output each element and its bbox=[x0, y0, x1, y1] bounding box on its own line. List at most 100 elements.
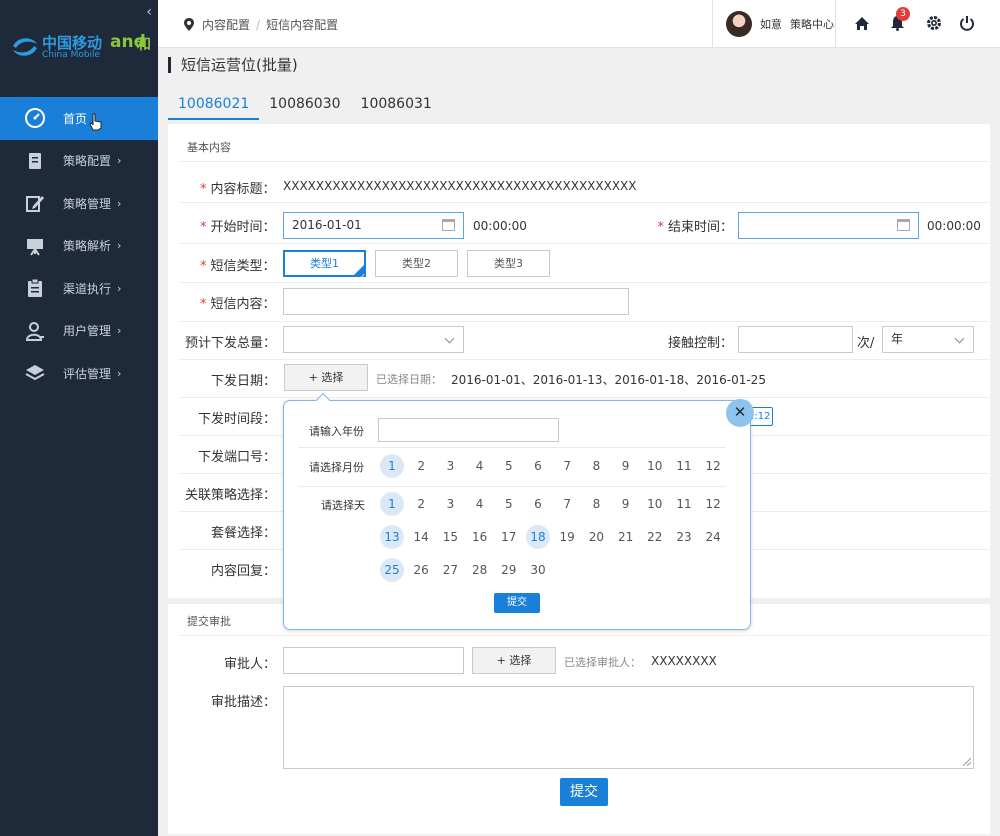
day-option[interactable]: 13 bbox=[380, 525, 404, 549]
end-time-label: * 结束时间： bbox=[657, 220, 733, 235]
total-label: 预计下发总量： bbox=[184, 336, 276, 351]
month-option[interactable]: 7 bbox=[555, 454, 579, 478]
submit-button[interactable]: 提交 bbox=[560, 778, 608, 806]
avatar bbox=[726, 11, 752, 37]
sidebar-item-strategy-config[interactable]: 策略配置 › bbox=[0, 140, 158, 183]
day-option[interactable]: 16 bbox=[468, 525, 492, 549]
day-option[interactable]: 19 bbox=[555, 525, 579, 549]
cursor-hand-icon bbox=[89, 113, 102, 131]
tab-10086030[interactable]: 10086030 bbox=[259, 96, 350, 120]
user-profile[interactable]: 如意 策略中心 bbox=[712, 0, 836, 48]
sidebar-item-strategy-manage[interactable]: 策略管理 › bbox=[0, 182, 158, 225]
day-option[interactable]: 18 bbox=[526, 525, 550, 549]
month-option[interactable]: 9 bbox=[614, 454, 638, 478]
gear-icon[interactable] bbox=[924, 13, 944, 33]
day-option[interactable]: 3 bbox=[438, 492, 462, 516]
month-option[interactable]: 6 bbox=[526, 454, 550, 478]
month-option[interactable]: 5 bbox=[497, 454, 521, 478]
sms-type-label: * 短信类型： bbox=[200, 259, 276, 274]
start-date-input[interactable]: 2016-01-01 bbox=[283, 212, 464, 239]
day-option[interactable]: 23 bbox=[672, 525, 696, 549]
month-option[interactable]: 4 bbox=[468, 454, 492, 478]
chevron-down-icon bbox=[954, 333, 965, 344]
day-option[interactable]: 26 bbox=[409, 558, 433, 582]
day-option[interactable]: 11 bbox=[672, 492, 696, 516]
day-option[interactable]: 9 bbox=[614, 492, 638, 516]
day-option[interactable]: 10 bbox=[643, 492, 667, 516]
contact-count-input[interactable] bbox=[738, 326, 853, 353]
day-option[interactable]: 1 bbox=[380, 492, 404, 516]
start-time-value: 00:00:00 bbox=[473, 219, 527, 233]
end-date-input[interactable] bbox=[738, 212, 919, 239]
calendar-icon[interactable] bbox=[442, 219, 455, 231]
day-option[interactable]: 29 bbox=[497, 558, 521, 582]
sms-content-input[interactable] bbox=[283, 288, 629, 315]
date-picker-popup: ✕ 请输入年份 请选择月份 请选择天 提交 1 2 3 4 5 6 7 8 9 10 11 12 1 2 3… bbox=[283, 392, 754, 630]
month-option[interactable]: 12 bbox=[701, 454, 725, 478]
resize-handle-icon[interactable] bbox=[963, 758, 971, 766]
approver-selected-label: 已选择审批人： bbox=[564, 656, 641, 669]
breadcrumb-item[interactable]: 内容配置 bbox=[202, 16, 250, 33]
day-option[interactable]: 20 bbox=[584, 525, 608, 549]
collapse-sidebar-icon[interactable]: ‹ bbox=[146, 4, 152, 20]
year-input[interactable] bbox=[378, 418, 559, 442]
calendar-icon[interactable] bbox=[897, 219, 910, 231]
month-option[interactable]: 1 bbox=[380, 454, 404, 478]
sidebar-item-strategy-analysis[interactable]: 策略解析 › bbox=[0, 225, 158, 268]
day-option[interactable]: 8 bbox=[584, 492, 608, 516]
sidebar-item-label: 首页 bbox=[63, 111, 88, 126]
day-option[interactable]: 27 bbox=[438, 558, 462, 582]
day-option[interactable]: 15 bbox=[438, 525, 462, 549]
approver-select-button[interactable]: + 选择 bbox=[472, 647, 556, 674]
tab-10086031[interactable]: 10086031 bbox=[351, 96, 442, 120]
approval-desc-textarea[interactable] bbox=[283, 686, 974, 769]
bell-icon[interactable]: 3 bbox=[887, 7, 910, 33]
day-option[interactable]: 30 bbox=[526, 558, 550, 582]
day-option[interactable]: 7 bbox=[555, 492, 579, 516]
breadcrumb-separator: / bbox=[256, 17, 261, 32]
home-icon[interactable] bbox=[852, 13, 872, 33]
date-select-button[interactable]: + 选择 bbox=[284, 364, 368, 391]
divider bbox=[178, 282, 990, 283]
close-icon[interactable]: ✕ bbox=[726, 399, 754, 427]
start-date-value: 2016-01-01 bbox=[292, 218, 362, 232]
sms-type-1-button[interactable]: 类型1 bbox=[283, 250, 366, 288]
divider bbox=[178, 321, 990, 322]
day-option[interactable]: 22 bbox=[643, 525, 667, 549]
contact-period-select[interactable]: 年 bbox=[882, 326, 974, 353]
tab-10086021[interactable]: 10086021 bbox=[168, 96, 260, 120]
sidebar-item-label: 评估管理 bbox=[63, 366, 112, 381]
sidebar-item-home[interactable]: 首页 bbox=[0, 97, 158, 140]
sidebar-item-user-manage[interactable]: 用户管理 › bbox=[0, 310, 158, 353]
day-option[interactable]: 6 bbox=[526, 492, 550, 516]
approver-label: 审批人： bbox=[223, 657, 276, 672]
day-option[interactable]: 17 bbox=[497, 525, 521, 549]
label-text: 开始时间： bbox=[210, 220, 276, 235]
day-option[interactable]: 4 bbox=[468, 492, 492, 516]
day-option[interactable]: 2 bbox=[409, 492, 433, 516]
month-option[interactable]: 10 bbox=[643, 454, 667, 478]
day-option[interactable]: 5 bbox=[497, 492, 521, 516]
day-option[interactable]: 28 bbox=[468, 558, 492, 582]
document-icon bbox=[24, 150, 46, 172]
day-option[interactable]: 12 bbox=[701, 492, 725, 516]
month-option[interactable]: 2 bbox=[409, 454, 433, 478]
sidebar-item-channel-exec[interactable]: 渠道执行 › bbox=[0, 267, 158, 310]
end-time-value: 00:00:00 bbox=[927, 219, 981, 233]
chevron-right-icon: › bbox=[117, 366, 122, 380]
day-option[interactable]: 14 bbox=[409, 525, 433, 549]
sidebar-item-evaluation[interactable]: 评估管理 › bbox=[0, 352, 158, 395]
power-icon[interactable] bbox=[957, 13, 977, 33]
day-option[interactable]: 21 bbox=[614, 525, 638, 549]
month-option[interactable]: 11 bbox=[672, 454, 696, 478]
day-option[interactable]: 24 bbox=[701, 525, 725, 549]
day-option[interactable]: 25 bbox=[380, 558, 404, 582]
month-option[interactable]: 8 bbox=[584, 454, 608, 478]
sms-type-3-button[interactable]: 类型3 bbox=[467, 250, 550, 277]
month-option[interactable]: 3 bbox=[438, 454, 462, 478]
popup-submit-button[interactable]: 提交 bbox=[494, 593, 540, 613]
approver-input[interactable] bbox=[283, 647, 464, 674]
logo-he: 和 bbox=[137, 37, 151, 53]
sms-type-2-button[interactable]: 类型2 bbox=[375, 250, 458, 277]
total-select[interactable] bbox=[283, 326, 464, 353]
